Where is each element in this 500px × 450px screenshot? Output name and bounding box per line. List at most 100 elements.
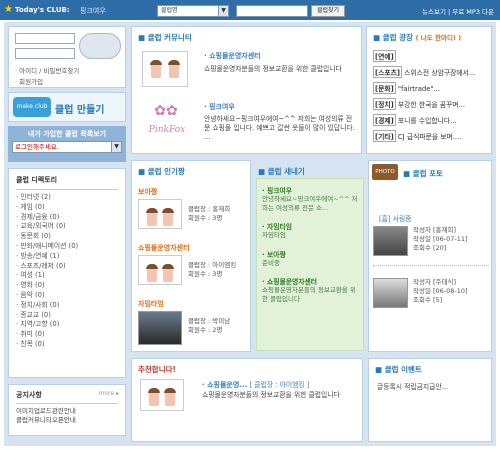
club-directory: 클럽 디렉토리 · 인터넷 (2) · 게임 (0) · 경제/금융 (0) ·… (8, 168, 126, 378)
directory-item[interactable]: · 만화/애니메이션 (0) (16, 242, 118, 252)
my-clubs-select[interactable]: 로그인해주세요. ▼ (12, 141, 122, 153)
chevron-down-icon[interactable]: ▼ (218, 6, 228, 16)
directory-item[interactable]: · 경제/금융 (0) (16, 213, 118, 223)
directory-item[interactable]: · 스포츠/레저 (0) (16, 262, 118, 272)
recommend-club-name[interactable]: · 쇼핑몰운영... (202, 381, 247, 389)
notice-item[interactable]: 클럽커뮤니티오픈안내 (16, 416, 118, 425)
plaza-title: ■ 클럽 광장 ( 나도 한마디! ) (373, 33, 462, 42)
directory-item[interactable]: · 여성 (1) (16, 271, 118, 281)
recommend-title: 추천합니다! (138, 365, 176, 374)
login-box: · 아이디 / 비밀번호찾기 · 회원가입 (8, 26, 126, 88)
id-field[interactable] (15, 33, 75, 44)
directory-item[interactable]: · 정치/사회 (0) (16, 301, 118, 311)
popular-title: ■ 클럽 인기짱 (138, 167, 185, 176)
community-club-desc: 안녕하세요~핑크여우에여~^^ 저희는 여성의류 전문 쇼핑몰 입니다. 예쁘고… (204, 115, 355, 141)
newcomer-club-desc: 준비중 (262, 258, 280, 267)
photo-info: 작성자 [주태식] 작성일 [06-08-10] 조회수 [5] (413, 278, 468, 304)
directory-item[interactable]: · 친목 (0) (16, 340, 118, 350)
photo-divider (373, 265, 489, 266)
plaza-row[interactable]: [기타] CJ 급식파문을 보며.... (373, 130, 475, 146)
login-button[interactable] (79, 33, 121, 59)
photo-thumb-1[interactable] (373, 226, 408, 256)
todays-club-name[interactable]: 핑크여우 (80, 6, 106, 16)
notice-box: 공지사항 more ▸ 이미지업로드관련안내 클럽커뮤니티오픈안내 (8, 384, 126, 436)
popular-club-info: 클럽장 : 박미남 회원수 : 2명 (188, 317, 231, 334)
find-account-link[interactable]: · 아이디 / 비밀번호찾기 (15, 65, 79, 75)
popular-club-name[interactable]: 쇼핑몰운영자센터 (138, 243, 190, 253)
directory-item[interactable]: · 취미 (0) (16, 330, 118, 340)
newcomer-club-desc: 쇼핑몰운영자분들의 정보교환을 위한 클럽입니다 (262, 286, 356, 303)
plaza-list: [연예] [스포츠] 스위스전 상암구장에서... [문화] "fairtrad… (373, 50, 475, 146)
popular-club-name[interactable]: 보아짱 (138, 187, 157, 197)
password-field[interactable] (15, 48, 75, 59)
photo-info: 작성자 [홍재희] 작성일 [06-07-11] 조회수 [20] (413, 226, 468, 252)
recommend-header: · 쇼핑몰운영... [ 클럽장 : 아이엠킹 ] (202, 379, 309, 390)
left-sidebar: · 아이디 / 비밀번호찾기 · 회원가입 make club 클럽 만들기 내… (8, 26, 126, 442)
plaza-row[interactable]: [경제] 포니를 수입합니다... (373, 114, 475, 130)
photo-title: ■ 클럽 포토 (403, 169, 443, 178)
newcomer-club-name[interactable]: · 쇼핑몰운영자센터 (262, 276, 358, 286)
directory-item[interactable]: · 지역/고향 (0) (16, 320, 118, 330)
community-title: ■ 클럽 커뮤니티 (138, 33, 192, 42)
directory-item[interactable]: · 영화 (0) (16, 281, 118, 291)
popular-club-name[interactable]: 자밈타임 (138, 299, 164, 309)
newcomer-club-name[interactable]: · 핑크여우 (262, 185, 358, 195)
directory-item[interactable]: · 인터넷 (2) (16, 193, 118, 203)
directory-item[interactable]: · 종교교 (0) (16, 311, 118, 321)
popular-thumb-3[interactable] (138, 311, 182, 345)
plaza-row[interactable]: [스포츠] 스위스전 상암구장에서... (373, 66, 475, 82)
directory-item[interactable]: · 교육/외국어 (0) (16, 222, 118, 232)
search-category-select[interactable]: 클럽명 ▼ (157, 5, 229, 17)
directory-item[interactable]: · 동문회 (0) (16, 232, 118, 242)
newcomers-title: ■ 클럽 새내기 (258, 167, 305, 176)
directory-item[interactable]: · 게임 (0) (16, 203, 118, 213)
chevron-down-icon[interactable]: ▼ (111, 142, 121, 152)
plaza-row[interactable]: [연예] (373, 50, 475, 66)
recommend-leader: [ 클럽장 : 아이엠킹 ] (249, 381, 310, 389)
newcomer-club-name[interactable]: · 보아짱 (262, 249, 358, 259)
community-thumb-1[interactable] (142, 51, 188, 87)
directory-item[interactable]: · 음악 (0) (16, 291, 118, 301)
popular-club-info: 클럽장 : 홍재희 회원수 : 3명 (188, 205, 231, 222)
community-club-name[interactable]: · 쇼핑몰운영자센터 (204, 51, 261, 61)
newcomer-club-name[interactable]: · 자밈타임 (262, 221, 358, 231)
search-button[interactable]: 클럽찾기 (311, 5, 345, 17)
my-clubs-box: 내가 가입한 클럽 목록보기 로그인해주세요. ▼ (8, 126, 126, 162)
popular-thumb-2[interactable] (138, 255, 182, 285)
popular-club-info: 클럽장 : 아이엠킹 회원수 : 3명 (188, 261, 237, 278)
top-bar: ★ Today's CLUB: 핑크여우 클럽명 ▼ 클럽찾기 뉴스보기 | 무… (0, 0, 500, 20)
events-panel: ■ 클럽 이벤트 글등록시 적립금지급안... (368, 358, 492, 442)
pinkfox-logo[interactable]: ✿✿ PinkFox (142, 101, 192, 141)
community-club-name[interactable]: · 핑크여우 (204, 102, 235, 112)
make-club-label: 클럽 만들기 (55, 105, 105, 116)
recommend-panel: 추천합니다! · 쇼핑몰운영... [ 클럽장 : 아이엠킹 ] 쇼핑몰운영자분… (131, 358, 363, 442)
top-links[interactable]: 뉴스보기 | 무료 MP3 다운 (422, 6, 494, 16)
photo-badge: PHOTO (372, 164, 398, 180)
popular-panel: ■ 클럽 인기짱 보아짱 클럽장 : 홍재희 회원수 : 3명 쇼핑몰운영자센터 … (131, 160, 251, 352)
photo-club-link[interactable]: [흠] 사림중 (379, 213, 411, 223)
plaza-panel: ■ 클럽 광장 ( 나도 한마디! ) [연예] [스포츠] 스위스전 상암구장… (366, 26, 492, 154)
notice-item[interactable]: 이미지업로드관련안내 (16, 407, 118, 416)
search-input[interactable] (236, 5, 308, 17)
star-icon: ★ (4, 4, 13, 15)
photo-panel: PHOTO ■ 클럽 포토 [흠] 사림중 작성자 [홍재희] 작성일 [06-0… (368, 160, 492, 352)
event-item[interactable]: 글등록시 적립금지급안... (377, 381, 448, 391)
make-club-banner[interactable]: make club 클럽 만들기 (8, 92, 126, 122)
community-club-desc: 쇼핑몰운영자분들의 정보교환을 위한 클럽입니다 (204, 65, 342, 73)
recommend-desc: 쇼핑몰운영자분들의 정보교환을 위한 클럽입니다 (202, 391, 340, 399)
directory-item[interactable]: · 방송/연예 (1) (16, 252, 118, 262)
my-clubs-header: 내가 가입한 클럽 목록보기 (27, 130, 107, 138)
directory-title: 클럽 디렉토리 (16, 175, 118, 190)
plaza-row[interactable]: [문화] "fairtrade"... (373, 82, 475, 98)
join-link[interactable]: · 회원가입 (15, 76, 43, 86)
make-club-tag: make club (13, 97, 51, 117)
notice-more-link[interactable]: more ▸ (99, 390, 119, 397)
newcomer-club-desc: 자밈타임 (262, 231, 286, 239)
recommend-thumb[interactable] (140, 379, 184, 411)
popular-thumb-1[interactable] (138, 199, 182, 229)
plaza-row[interactable]: [정치] 부강한 한국을 꿈꾸며... (373, 98, 475, 114)
community-panel: ■ 클럽 커뮤니티 · 쇼핑몰운영자센터 쇼핑몰운영자분들의 정보교환을 위한 … (131, 26, 362, 154)
events-title: ■ 클럽 이벤트 (375, 365, 422, 374)
photo-thumb-2[interactable] (373, 278, 408, 308)
newcomer-club-desc: 안녕하세요~핑크여우에여~^^ 저희는 여성의류 전문 쇼... (262, 195, 358, 212)
